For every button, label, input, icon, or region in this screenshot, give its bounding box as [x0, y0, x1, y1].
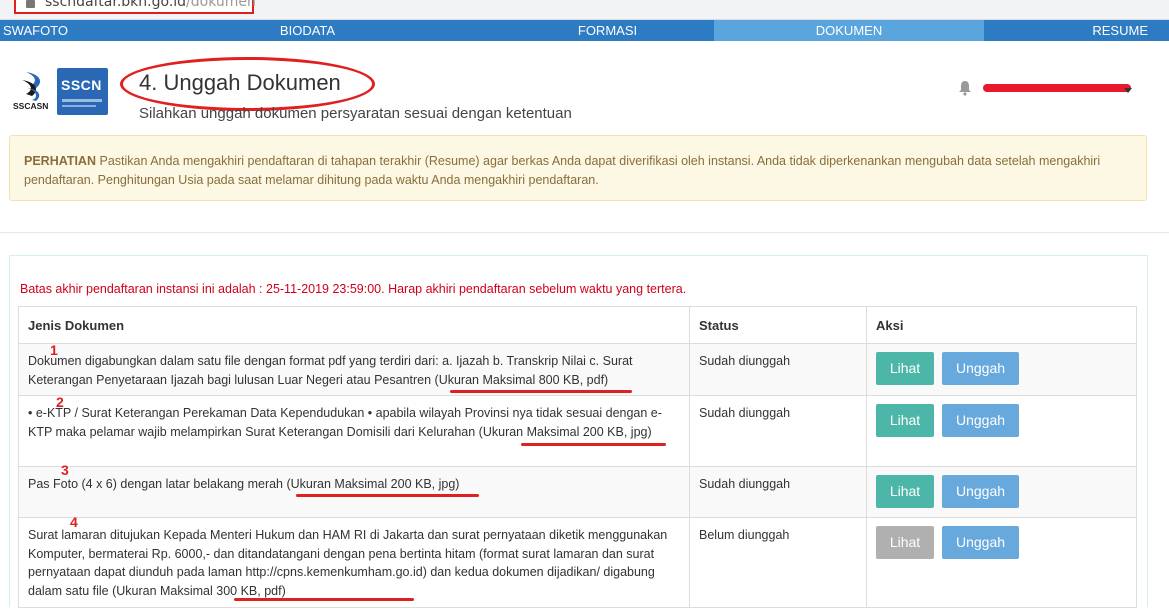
deadline-notice: Batas akhir pendaftaran instansi ini ada… [20, 282, 687, 296]
annotation-number: 3 [61, 462, 69, 478]
step-nav: SWAFOTO BIODATA FORMASI DOKUMEN RESUME [0, 20, 1169, 41]
table-header-row: Jenis Dokumen Status Aksi [18, 306, 1137, 344]
doc-status: Sudah diunggah [689, 466, 867, 518]
sscasn-logo-text: SSCASN [13, 101, 48, 111]
annotation-number: 2 [56, 394, 64, 410]
view-button[interactable]: Lihat [876, 352, 934, 385]
sscn-logo-text: SSCN [61, 77, 102, 93]
doc-status: Belum diunggah [689, 517, 867, 608]
doc-actions: Lihat Unggah [866, 466, 1137, 518]
doc-actions: Lihat Unggah [866, 343, 1137, 396]
table-row: • e-KTP / Surat Keterangan Perekaman Dat… [18, 395, 1137, 467]
doc-description: Pas Foto (4 x 6) dengan latar belakang m… [18, 466, 690, 518]
warning-alert: PERHATIAN Pastikan Anda mengakhiri penda… [9, 135, 1147, 201]
upload-button[interactable]: Unggah [942, 475, 1019, 508]
upload-button[interactable]: Unggah [942, 352, 1019, 385]
sscn-logo-strip [62, 105, 96, 107]
doc-description: Surat lamaran ditujukan Kepada Menteri H… [18, 517, 690, 608]
url-text[interactable]: sscndaftar.bkn.go.id/dokumen [45, 0, 256, 10]
chevron-down-icon[interactable] [1124, 88, 1132, 93]
annotation-number: 1 [50, 342, 58, 358]
sscasn-logo: SSCASN [13, 72, 48, 111]
url-path: /dokumen [186, 0, 256, 10]
annotation-underline [296, 494, 479, 497]
col-status: Status [689, 306, 867, 344]
col-aksi: Aksi [866, 306, 1137, 344]
tab-formasi[interactable]: FORMASI [500, 20, 715, 41]
tab-biodata[interactable]: BIODATA [230, 20, 385, 41]
tab-resume[interactable]: RESUME [1060, 20, 1169, 41]
divider [0, 232, 1169, 233]
annotation-underline [234, 598, 414, 601]
upload-button[interactable]: Unggah [942, 526, 1019, 559]
annotation-circle [120, 57, 375, 111]
table-row: Dokumen digabungkan dalam satu file deng… [18, 343, 1137, 396]
doc-description: Dokumen digabungkan dalam satu file deng… [18, 343, 690, 396]
annotation-underline [521, 443, 666, 446]
alert-label: PERHATIAN [24, 154, 96, 168]
sscn-logo: SSCN [57, 68, 108, 115]
col-jenis-dokumen: Jenis Dokumen [18, 306, 690, 344]
annotation-number: 4 [70, 514, 78, 530]
doc-actions: Lihat Unggah [866, 395, 1137, 467]
table-row: Surat lamaran ditujukan Kepada Menteri H… [18, 517, 1137, 608]
bell-icon[interactable] [958, 80, 972, 96]
doc-status: Sudah diunggah [689, 395, 867, 467]
view-button[interactable]: Lihat [876, 526, 934, 559]
doc-description: • e-KTP / Surat Keterangan Perekaman Dat… [18, 395, 690, 467]
browser-url-bar[interactable]: sscndaftar.bkn.go.id/dokumen [0, 0, 1169, 20]
view-button[interactable]: Lihat [876, 404, 934, 437]
upload-button[interactable]: Unggah [942, 404, 1019, 437]
sscn-logo-strip [62, 99, 102, 102]
view-button[interactable]: Lihat [876, 475, 934, 508]
redacted-username[interactable] [983, 84, 1131, 92]
doc-status: Sudah diunggah [689, 343, 867, 396]
page-subtitle: Silahkan unggah dokumen persyaratan sesu… [139, 105, 572, 122]
doc-actions: Lihat Unggah [866, 517, 1137, 608]
page-info-icon[interactable] [26, 0, 35, 8]
alert-text: Pastikan Anda mengakhiri pendaftaran di … [24, 154, 1101, 187]
tab-dokumen[interactable]: DOKUMEN [714, 20, 984, 41]
table-row: Pas Foto (4 x 6) dengan latar belakang m… [18, 466, 1137, 518]
tab-swafoto[interactable]: SWAFOTO [0, 20, 100, 41]
annotation-underline [450, 390, 632, 393]
url-host: sscndaftar.bkn.go.id [45, 0, 187, 10]
documents-table: Jenis Dokumen Status Aksi Dokumen digabu… [18, 306, 1137, 608]
